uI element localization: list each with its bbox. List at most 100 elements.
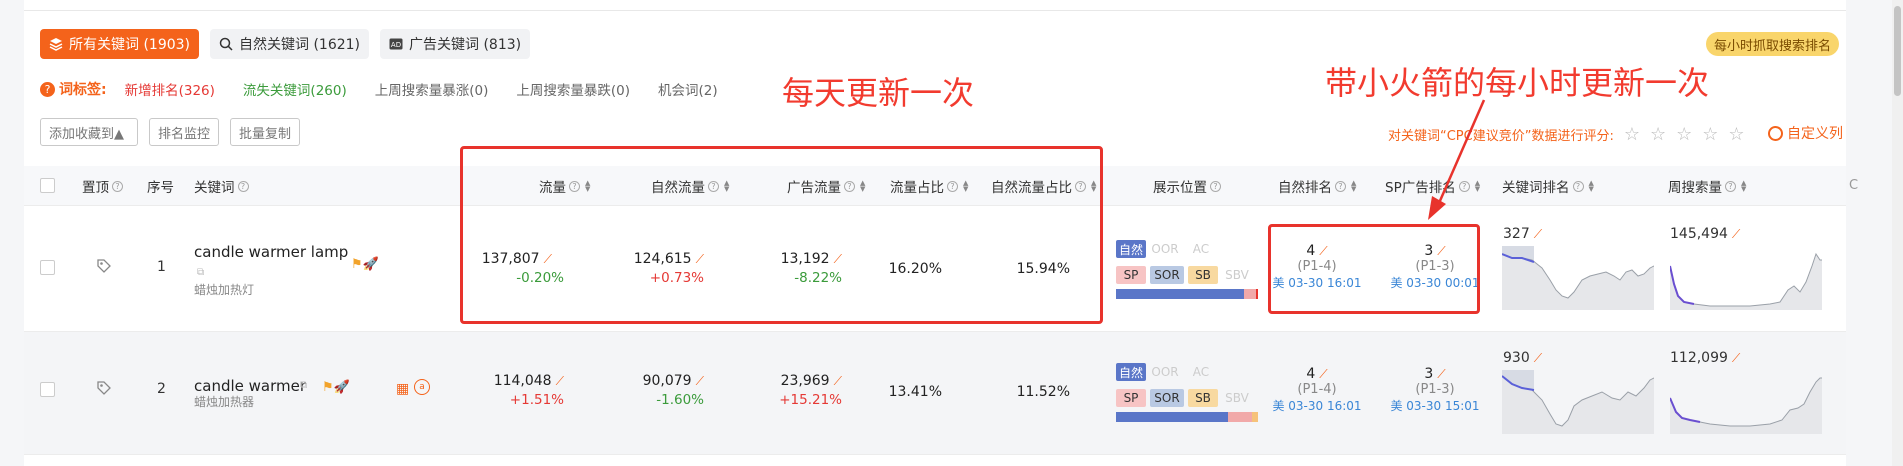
placement-sor: SOR [1150,266,1184,284]
star-icon[interactable]: ☆ [1728,124,1744,145]
col-keyword: 关键词? [194,176,249,196]
keyword-translation: 蜡烛加热器 [194,395,255,409]
ad-traffic-change: +15.21% [779,392,842,408]
tag-new-rank[interactable]: 新增排名(326) [125,79,215,99]
trend-icon[interactable]: ⟋ [1732,227,1740,241]
placement-ac: AC [1192,365,1210,379]
keyword-rank-sparkline[interactable] [1502,370,1654,434]
tab-ad-keywords[interactable]: AD 广告关键词 (813) [380,29,531,59]
trend-icon[interactable]: ⟋ [1437,367,1445,381]
annotation-daily: 每天更新一次 [782,74,975,112]
natural-traffic-change: -1.60% [656,392,704,408]
flame-rocket-icon: ⚑🚀 [322,380,350,395]
tag-lost-keywords[interactable]: 流失关键词(260) [243,79,347,99]
col-weekly-volume[interactable]: 周搜索量? ▲ ▼ [1668,176,1746,197]
copy-icon[interactable]: ⧉ [300,380,307,391]
natural-rank: 4 [1306,366,1316,382]
col-keyword-rank[interactable]: 关键词排名? ▲ ▼ [1502,176,1594,197]
traffic-value: 114,048 ⟋ [480,373,564,389]
select-all-checkbox[interactable] [40,178,55,193]
col-placement: 展示位置? [1153,176,1221,196]
search-icon [219,37,233,51]
placement-sp: SP [1116,266,1146,284]
weekly-volume-sparkline[interactable] [1670,246,1822,310]
star-icon[interactable]: ☆ [1624,124,1640,145]
trend-icon[interactable]: ⟋ [1319,367,1327,381]
placement-bar-sb [1256,289,1258,299]
weekly-volume-value: 112,099 ⟋ [1670,350,1740,366]
sort-icon[interactable]: ▲ ▼ [1741,180,1746,193]
trend-icon[interactable]: ⟋ [1534,351,1542,365]
natural-share: 11.52% [1016,384,1070,400]
column-overflow: C [1849,178,1859,193]
divider [24,10,1846,11]
col-weekly-volume-label: 周搜索量 [1668,180,1722,196]
tag-opportunity[interactable]: 机会词(2) [658,79,718,99]
keyword-link[interactable]: candle warmer lamp [194,243,348,261]
tab-natural-keywords[interactable]: 自然关键词 (1621) [210,29,370,59]
annotation-box-hourly [1268,224,1480,314]
row-index: 2 [157,381,166,397]
col-natural-rank[interactable]: 自然排名? ▲ ▼ [1278,176,1356,197]
copy-icon[interactable]: ⧉ [197,267,204,278]
ad-traffic-number: 23,969 [780,373,830,389]
trend-icon[interactable]: ⟋ [834,374,842,388]
scrollbar-thumb[interactable] [1894,6,1901,96]
col-index-label: 序号 [147,180,174,196]
natural-traffic-value: 90,079 ⟋ [616,373,704,389]
col-keyword-rank-label: 关键词排名 [1502,180,1570,196]
tag-icon[interactable] [96,258,112,274]
tab-all-label: 所有关键词 (1903) [69,37,191,53]
trend-icon[interactable]: ⟋ [696,374,704,388]
tag-volume-drop[interactable]: 上周搜索量暴跌(0) [516,79,630,99]
ad-traffic-value: 23,969 ⟋ [752,373,842,389]
natural-rank-cell: 4 ⟋ (P1-4) 美 03-30 16:01 [1272,366,1362,414]
col-placement-label: 展示位置 [1153,180,1207,196]
trend-icon[interactable]: ⟋ [1534,227,1542,241]
batch-copy-button[interactable]: 批量复制 [230,118,300,146]
keyword-rank: 327 [1503,226,1530,242]
row-checkbox[interactable] [40,382,55,397]
placement-sor: SOR [1150,389,1184,407]
row-checkbox[interactable] [40,260,55,275]
tab-natural-label: 自然关键词 (1621) [239,37,361,53]
col-keyword-label: 关键词 [194,180,235,196]
traffic-change: +1.51% [509,392,564,408]
natural-rank-time: 美 03-30 16:01 [1272,399,1362,413]
star-icon[interactable]: ☆ [1650,124,1666,145]
keyword-rank-sparkline[interactable] [1502,246,1654,310]
trend-icon[interactable]: ⟋ [1732,351,1740,365]
placement-sb: SB [1188,266,1218,284]
sp-rank-cell: 3 ⟋ (P1-3) 美 03-30 15:01 [1390,366,1480,414]
row-divider [24,454,1846,455]
add-favorite-button[interactable]: 添加收藏到▲ [40,118,138,146]
placement-bar-sp [1228,412,1252,422]
row-index: 1 [157,259,166,275]
sort-icon[interactable]: ▲ ▼ [1351,180,1356,193]
placement-bar [1116,289,1244,299]
keyword-rank-value: 930 ⟋ [1503,350,1542,366]
rank-monitor-button[interactable]: 排名监控 [149,118,219,146]
tag-icon[interactable] [96,380,112,396]
col-pin: 置顶? [82,176,123,196]
placement-sp: SP [1116,389,1146,407]
sp-rank-range: (P1-3) [1415,382,1455,397]
sp-rank: 3 [1424,366,1434,382]
grid-icon[interactable]: ▦ [396,381,409,397]
tag-row: ? 词标签: 新增排名(326) 流失关键词(260) 上周搜索量暴涨(0) 上… [40,79,746,99]
hourly-badge: 每小时抓取搜索排名 [1706,32,1840,56]
sort-icon[interactable]: ▲ ▼ [1589,180,1594,193]
weekly-volume-sparkline[interactable] [1670,370,1822,434]
help-icon: ? [1335,180,1346,192]
custom-columns-button[interactable]: 自定义列 [1768,123,1843,143]
placement-natural: 自然 [1116,363,1146,381]
tag-volume-surge[interactable]: 上周搜索量暴涨(0) [375,79,489,99]
tab-all-keywords[interactable]: 所有关键词 (1903) [40,29,200,59]
amazon-icon[interactable]: a [414,379,430,395]
star-icon[interactable]: ☆ [1702,124,1718,145]
star-icon[interactable]: ☆ [1676,124,1692,145]
placement-bar-sb [1252,412,1258,422]
placement-sbv: SBV [1225,268,1249,282]
trend-icon[interactable]: ⟋ [556,374,564,388]
traffic-share: 13.41% [888,384,942,400]
